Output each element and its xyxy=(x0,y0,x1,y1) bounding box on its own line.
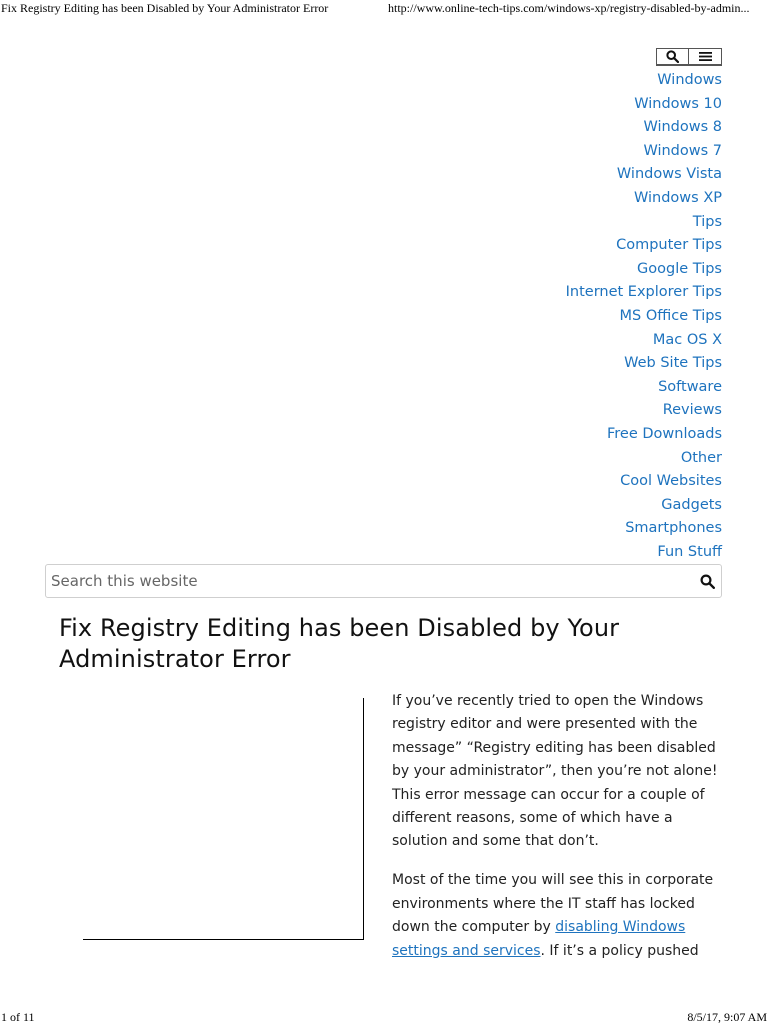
print-header: Fix Registry Editing has been Disabled b… xyxy=(0,0,768,16)
page-title: Fix Registry Editing has been Disabled b… xyxy=(59,614,620,673)
nav-item-smartphones[interactable]: Smartphones xyxy=(462,517,722,541)
search-icon xyxy=(666,50,679,63)
nav-item-fun-stuff[interactable]: Fun Stuff xyxy=(462,541,722,565)
search-toggle-button[interactable] xyxy=(656,48,689,66)
nav-item-mac-os-x[interactable]: Mac OS X xyxy=(462,329,722,353)
nav-item-software[interactable]: Software xyxy=(462,376,722,400)
nav-item-computer-tips[interactable]: Computer Tips xyxy=(462,234,722,258)
nav-item-windows-7[interactable]: Windows 7 xyxy=(462,140,722,164)
nav-item-internet-explorer-tips[interactable]: Internet Explorer Tips xyxy=(462,281,722,305)
nav-item-free-downloads[interactable]: Free Downloads xyxy=(462,423,722,447)
nav-item-windows-10[interactable]: Windows 10 xyxy=(462,93,722,117)
article-paragraph: If you’ve recently tried to open the Win… xyxy=(392,693,718,850)
search-icon xyxy=(699,573,715,589)
nav-item-google-tips[interactable]: Google Tips xyxy=(462,258,722,282)
header-buttons xyxy=(656,48,722,66)
print-header-url: http://www.online-tech-tips.com/windows-… xyxy=(388,1,750,15)
nav-item-other[interactable]: Other xyxy=(462,447,722,471)
print-footer: 1 of 11 8/5/17, 9:07 AM xyxy=(0,1009,768,1024)
nav-item-windows[interactable]: Windows xyxy=(462,69,722,93)
print-header-title: Fix Registry Editing has been Disabled b… xyxy=(1,1,329,15)
nav-item-windows-vista[interactable]: Windows Vista xyxy=(462,163,722,187)
article-text: . If it’s a policy pushed xyxy=(540,942,699,959)
nav-item-web-site-tips[interactable]: Web Site Tips xyxy=(462,352,722,376)
nav-item-ms-office-tips[interactable]: MS Office Tips xyxy=(462,305,722,329)
nav-item-windows-xp[interactable]: Windows XP xyxy=(462,187,722,211)
hamburger-menu-icon xyxy=(698,52,712,61)
nav-item-reviews[interactable]: Reviews xyxy=(462,399,722,423)
search-input[interactable]: Search this website xyxy=(45,564,722,598)
article-paragraph: Most of the time you will see this in co… xyxy=(392,869,722,963)
search-placeholder: Search this website xyxy=(51,572,198,590)
article-image-placeholder xyxy=(83,698,364,940)
nav-item-cool-websites[interactable]: Cool Websites xyxy=(462,470,722,494)
search-submit-button[interactable] xyxy=(698,572,716,590)
article-body: If you’ve recently tried to open the Win… xyxy=(392,690,722,978)
nav-item-tips[interactable]: Tips xyxy=(462,211,722,235)
nav-item-windows-8[interactable]: Windows 8 xyxy=(462,116,722,140)
page-number: 1 of 11 xyxy=(1,1010,35,1024)
menu-toggle-button[interactable] xyxy=(689,48,722,66)
print-timestamp: 8/5/17, 9:07 AM xyxy=(687,1010,767,1024)
main-navigation: Windows Windows 10 Windows 8 Windows 7 W… xyxy=(462,69,722,564)
nav-item-gadgets[interactable]: Gadgets xyxy=(462,494,722,518)
